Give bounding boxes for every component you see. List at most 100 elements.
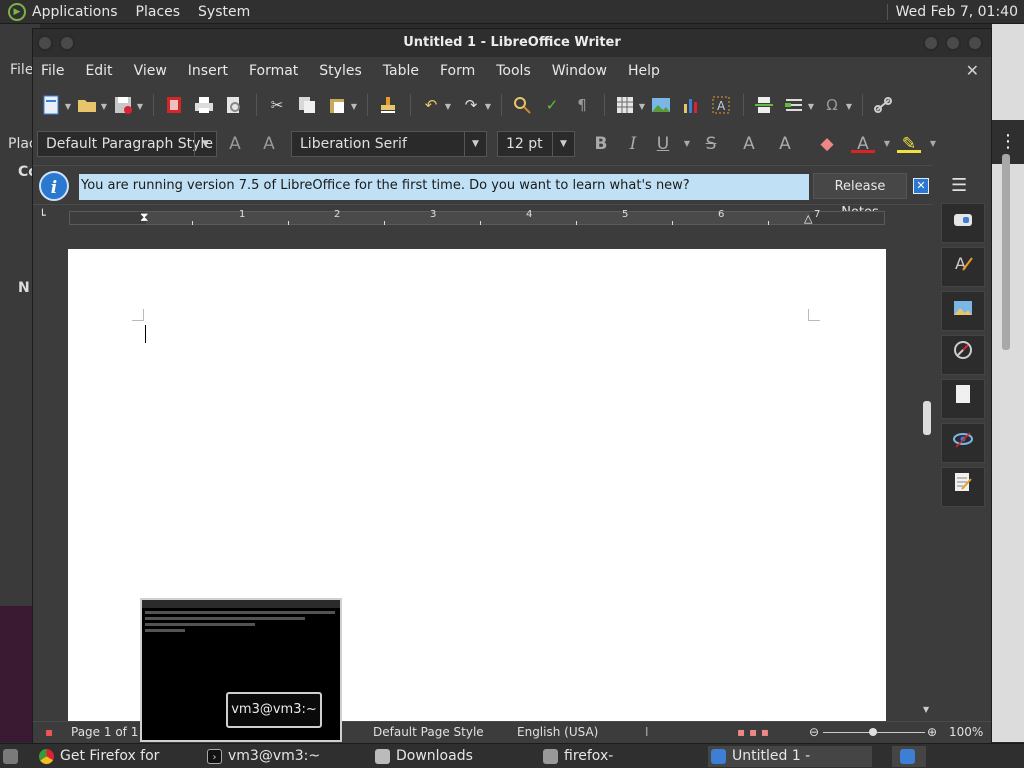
styles-icon[interactable]: A <box>941 247 985 287</box>
menu-styles[interactable]: Styles <box>319 63 361 79</box>
language-status[interactable]: English (USA) <box>517 725 598 739</box>
vertical-scrollbar[interactable]: ▼ <box>921 207 933 719</box>
insert-textbox-icon[interactable]: A <box>709 93 733 117</box>
close-infobar-icon[interactable]: ✕ <box>913 178 929 194</box>
window-menu-button[interactable] <box>37 35 53 51</box>
maximize-button[interactable] <box>945 35 961 51</box>
view-layout-icons[interactable]: ▪ ▪ ▪ <box>737 725 769 739</box>
redo-icon[interactable]: ↷ ▼ <box>459 93 491 117</box>
strikethrough-icon[interactable]: S <box>699 131 723 157</box>
menu-table[interactable]: Table <box>383 63 419 79</box>
undo-icon[interactable]: ↶ ▼ <box>419 93 451 117</box>
font-size-combo[interactable]: 12 pt ▼ <box>497 131 575 157</box>
special-character-icon[interactable]: Ω ▼ <box>820 93 852 117</box>
terminal-window-preview[interactable]: vm3@vm3:~ <box>140 598 342 742</box>
document-modified-icon[interactable]: ▪ <box>45 725 53 739</box>
menu-file[interactable]: File <box>41 63 64 79</box>
new-document-icon[interactable]: ▼ <box>39 93 71 117</box>
insert-image-icon[interactable] <box>649 93 673 117</box>
manage-changes-icon[interactable] <box>941 467 985 507</box>
export-pdf-icon[interactable] <box>162 93 186 117</box>
show-desktop-button[interactable] <box>0 746 26 767</box>
window-titlebar[interactable]: Untitled 1 - LibreOffice Writer <box>33 29 991 57</box>
save-icon[interactable]: ▼ <box>111 93 143 117</box>
distro-logo-icon[interactable]: ▶ <box>8 2 26 21</box>
insert-page-break-icon[interactable] <box>752 93 776 117</box>
gallery-icon[interactable] <box>941 291 985 331</box>
clone-formatting-icon[interactable] <box>376 93 400 117</box>
system-menu[interactable]: System <box>198 4 250 20</box>
paragraph-style-combo[interactable]: Default Paragraph Style ▼ <box>37 131 217 157</box>
minimize-button[interactable] <box>923 35 939 51</box>
subscript-icon[interactable]: A <box>773 131 797 157</box>
insert-field-icon[interactable]: ▼ <box>782 93 814 117</box>
chevron-down-icon[interactable]: ▼ <box>675 131 699 157</box>
panel-clock[interactable]: Wed Feb 7, 01:40 <box>886 4 1018 20</box>
open-folder-icon[interactable]: ▼ <box>75 93 107 117</box>
menu-tools[interactable]: Tools <box>496 63 531 79</box>
underline-icon[interactable]: U <box>651 131 675 157</box>
background-window-right[interactable]: ⋮ <box>992 24 1024 742</box>
release-notes-button[interactable]: Release Notes <box>813 173 907 220</box>
window-shade-button[interactable] <box>59 35 75 51</box>
taskbar-terminal[interactable]: › vm3@vm3:~ <box>204 746 368 767</box>
font-name-combo[interactable]: Liberation Serif ▼ <box>291 131 487 157</box>
bg-scrollbar[interactable] <box>1002 154 1010 350</box>
zoom-level[interactable]: 100% <box>949 725 983 739</box>
highlight-color-icon[interactable]: ✎ <box>897 131 921 154</box>
scrollbar-thumb[interactable] <box>923 401 931 435</box>
menu-format[interactable]: Format <box>249 63 298 79</box>
insert-hyperlink-icon[interactable] <box>871 93 895 117</box>
italic-icon[interactable]: I <box>621 131 645 157</box>
zoom-out-icon[interactable]: ⊖ <box>809 725 819 739</box>
chevron-down-icon[interactable]: ▼ <box>194 132 216 156</box>
text-cursor-mode-icon[interactable]: I <box>645 725 649 739</box>
taskbar-downloads[interactable]: Downloads <box>372 746 536 767</box>
applications-menu[interactable]: Applications <box>32 4 118 20</box>
formatting-marks-icon[interactable]: ¶ <box>570 93 594 117</box>
menu-edit[interactable]: Edit <box>85 63 112 79</box>
properties-icon[interactable] <box>941 203 985 243</box>
menu-help[interactable]: Help <box>628 63 660 79</box>
find-replace-icon[interactable] <box>510 93 534 117</box>
sidebar-menu-icon[interactable]: ☰ <box>951 175 967 196</box>
menu-view[interactable]: View <box>134 63 167 79</box>
close-window-button[interactable] <box>967 35 983 51</box>
new-style-icon[interactable]: A <box>257 131 281 157</box>
tab-stop-selector[interactable]: └ <box>39 209 46 222</box>
copy-icon[interactable] <box>295 93 319 117</box>
zoom-in-icon[interactable]: ⊕ <box>927 725 937 739</box>
navigator-icon[interactable] <box>941 335 985 375</box>
menu-window[interactable]: Window <box>552 63 607 79</box>
chevron-down-icon[interactable]: ▼ <box>921 131 945 157</box>
superscript-icon[interactable]: A <box>737 131 761 157</box>
left-indent-marker[interactable]: ⧗ <box>140 210 148 225</box>
print-icon[interactable] <box>192 93 216 117</box>
page-number-status[interactable]: Page 1 of 1 <box>71 725 138 739</box>
insert-chart-icon[interactable] <box>679 93 703 117</box>
chevron-down-icon[interactable]: ▼ <box>552 132 574 156</box>
close-document-icon[interactable]: ✕ <box>966 61 979 80</box>
style-inspector-icon[interactable] <box>941 423 985 463</box>
chevron-down-icon[interactable]: ▼ <box>464 132 486 156</box>
scroll-down-icon[interactable]: ▼ <box>923 705 929 714</box>
taskbar-archive-manager[interactable]: firefox-122.0.1.tar.bz2 <box>540 746 704 767</box>
bold-icon[interactable]: B <box>589 131 613 157</box>
update-style-icon[interactable]: A <box>223 131 247 157</box>
spelling-icon[interactable]: ✓ <box>540 93 564 117</box>
right-indent-marker[interactable]: △ <box>804 212 812 225</box>
horizontal-ruler[interactable]: 1 2 3 4 5 6 7 ⧗ △ <box>69 209 885 225</box>
taskbar-firefox-download[interactable]: Get Firefox for desk... <box>36 746 200 767</box>
page-icon[interactable] <box>941 379 985 419</box>
font-color-icon[interactable]: A <box>851 131 875 154</box>
menu-insert[interactable]: Insert <box>188 63 228 79</box>
workspace-switcher[interactable] <box>892 746 926 767</box>
paste-icon[interactable]: ▼ <box>325 93 357 117</box>
menu-form[interactable]: Form <box>440 63 475 79</box>
page-style-status[interactable]: Default Page Style <box>373 725 484 739</box>
zoom-slider-knob[interactable] <box>869 728 877 736</box>
insert-table-icon[interactable]: ▼ <box>613 93 645 117</box>
taskbar-writer[interactable]: Untitled 1 - LibreOf... <box>708 746 872 767</box>
print-preview-icon[interactable] <box>222 93 246 117</box>
chevron-down-icon[interactable]: ▼ <box>875 131 899 157</box>
